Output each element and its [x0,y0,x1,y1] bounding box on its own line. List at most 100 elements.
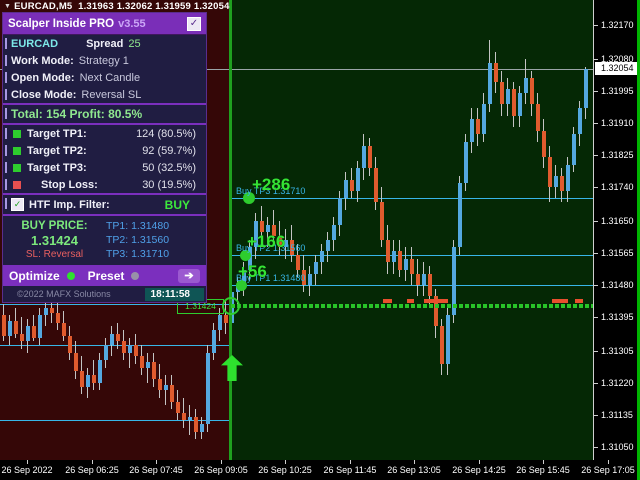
expand-arrow-button[interactable]: ➔ [178,268,200,283]
price-axis[interactable]: 1.32170 1.32080 1.31995 1.31910 1.31825 1.317… [594,0,640,460]
time-axis[interactable]: 26 Sep 2022 26 Sep 06:25 26 Sep 07:45 26 Se… [0,460,640,480]
chart-ohlc-quotes: 1.31963 1.32062 1.31959 1.32054 [78,1,230,12]
price-axis-tick [594,285,598,286]
symbol-row: EURCAD Spread 25 [3,35,206,52]
price-axis-tick [594,25,598,26]
time-axis-label: 26 Sep 14:25 [452,465,506,475]
stop-loss-mode: SL: Reversal [25,249,84,260]
close-signal-dash [552,299,568,303]
panel-footer: ©2022 MAFX Solutions 18:11:58 [3,286,206,302]
price-axis-tick [594,221,598,222]
stop-loss-label: Stop Loss: [41,178,98,191]
close-signal-dash [575,299,583,303]
time-axis-label: 26 Sep 17:05 [581,465,635,475]
panel-version: v3.55 [118,17,146,30]
row-accent-bar [5,198,7,209]
time-axis-label: 26 Sep 2022 [1,465,53,475]
close-signal-dash [424,299,448,303]
spread-label: Spread [86,37,124,50]
tp1-value: 124 (80.5%) [136,127,196,140]
close-signal-dash [407,299,414,303]
price-axis-label: 1.32170 [601,20,634,30]
time-axis-tick [543,460,544,464]
price-axis-tick [594,351,598,352]
tp2-value: 92 (59.7%) [142,144,196,157]
price-axis-label: 1.31050 [601,442,634,452]
work-mode-value: Strategy 1 [78,54,129,67]
panel-header[interactable]: Scalper Inside PRO v3.55 ✓ [3,13,206,35]
chart-title: ▼ EURCAD,M5 1.31963 1.32062 1.31959 1.320… [4,1,230,12]
chevron-down-icon[interactable]: ▼ [4,3,11,10]
price-axis-label: 1.31395 [601,312,634,322]
tp1-status-icon [13,129,21,138]
tp3-label: Target TP3: [27,161,87,174]
tp3-status-icon [13,163,21,172]
tp2-price: TP2: 1.31560 [106,234,170,246]
preset-button[interactable]: Preset [88,269,125,283]
stop-loss-status-icon [13,180,21,189]
price-axis-tick [594,383,598,384]
price-axis-label: 1.31650 [601,216,634,226]
tp-profit-label: +56 [238,262,267,281]
tp3-price: TP3: 1.31710 [106,248,170,260]
price-axis-tick [594,123,598,124]
htf-filter-checkbox[interactable]: ✓ [11,198,24,211]
tp2-status-icon [13,146,21,155]
price-axis-tick [594,317,598,318]
row-accent-bar [5,128,7,139]
price-axis-tick [594,415,598,416]
price-axis-tick [594,187,598,188]
price-axis-tick [594,59,598,60]
close-mode-value: Reversal SL [81,88,142,101]
total-profit-row: Total: 154 Profit: 80.5% [3,105,206,123]
time-axis-tick [285,460,286,464]
stop-loss-value: 30 (19.5%) [142,178,196,191]
tp3-value: 50 (32.5%) [142,161,196,174]
close-mode-label: Close Mode: [11,88,77,101]
time-axis-label: 26 Sep 09:05 [194,465,248,475]
price-axis-tick [594,155,598,156]
price-axis-tick [594,447,598,448]
time-axis-label: 26 Sep 10:25 [258,465,312,475]
open-mode-value: Next Candle [79,71,141,84]
optimize-button[interactable]: Optimize [9,269,60,283]
row-accent-bar [5,179,7,190]
buy-arrow-icon [221,355,243,381]
price-axis-label: 1.31825 [601,150,634,160]
price-axis-label: 1.31740 [601,182,634,192]
row-accent-bar [5,145,7,156]
tp-profit-label: +286 [252,175,291,194]
optimize-status-dot [66,271,75,280]
time-axis-label: 26 Sep 15:45 [516,465,570,475]
target-tp2-row: Target TP2: 92 (59.7%) [3,142,206,159]
row-accent-bar [5,108,7,119]
entry-circle-marker [222,297,240,315]
time-axis-tick [608,460,609,464]
entry-dashed-line [231,304,594,308]
price-axis-label: 1.31995 [601,86,634,96]
price-axis-label: 1.31305 [601,346,634,356]
time-axis-tick [350,460,351,464]
price-axis-label: 1.31220 [601,378,634,388]
buy-price-label: BUY PRICE: [21,220,88,232]
panel-enabled-checkbox[interactable]: ✓ [187,16,201,31]
close-signal-dash [383,299,392,303]
price-axis-tick [594,91,598,92]
copyright-text: ©2022 MAFX Solutions [17,289,111,299]
work-mode-row: Work Mode: Strategy 1 [3,52,206,69]
open-mode-row: Open Mode: Next Candle [3,69,206,86]
buy-price-value: 1.31424 [31,233,78,248]
spread-value: 25 [128,37,141,50]
tp1-label: Target TP1: [27,127,87,140]
stop-loss-row: Stop Loss: 30 (19.5%) [3,176,206,193]
target-tp1-row: Target TP1: 124 (80.5%) [3,125,206,142]
time-axis-tick [27,460,28,464]
symbol-value: EURCAD [11,37,59,50]
row-accent-bar [5,38,7,49]
target-tp3-row: Target TP3: 50 (32.5%) [3,159,206,176]
panel-actions-row: Optimize Preset ➔ [3,265,206,286]
work-mode-label: Work Mode: [11,54,74,67]
current-price-tag: 1.32054 [595,62,640,75]
time-axis-label: 26 Sep 13:05 [387,465,441,475]
time-axis-label: 26 Sep 06:25 [65,465,119,475]
